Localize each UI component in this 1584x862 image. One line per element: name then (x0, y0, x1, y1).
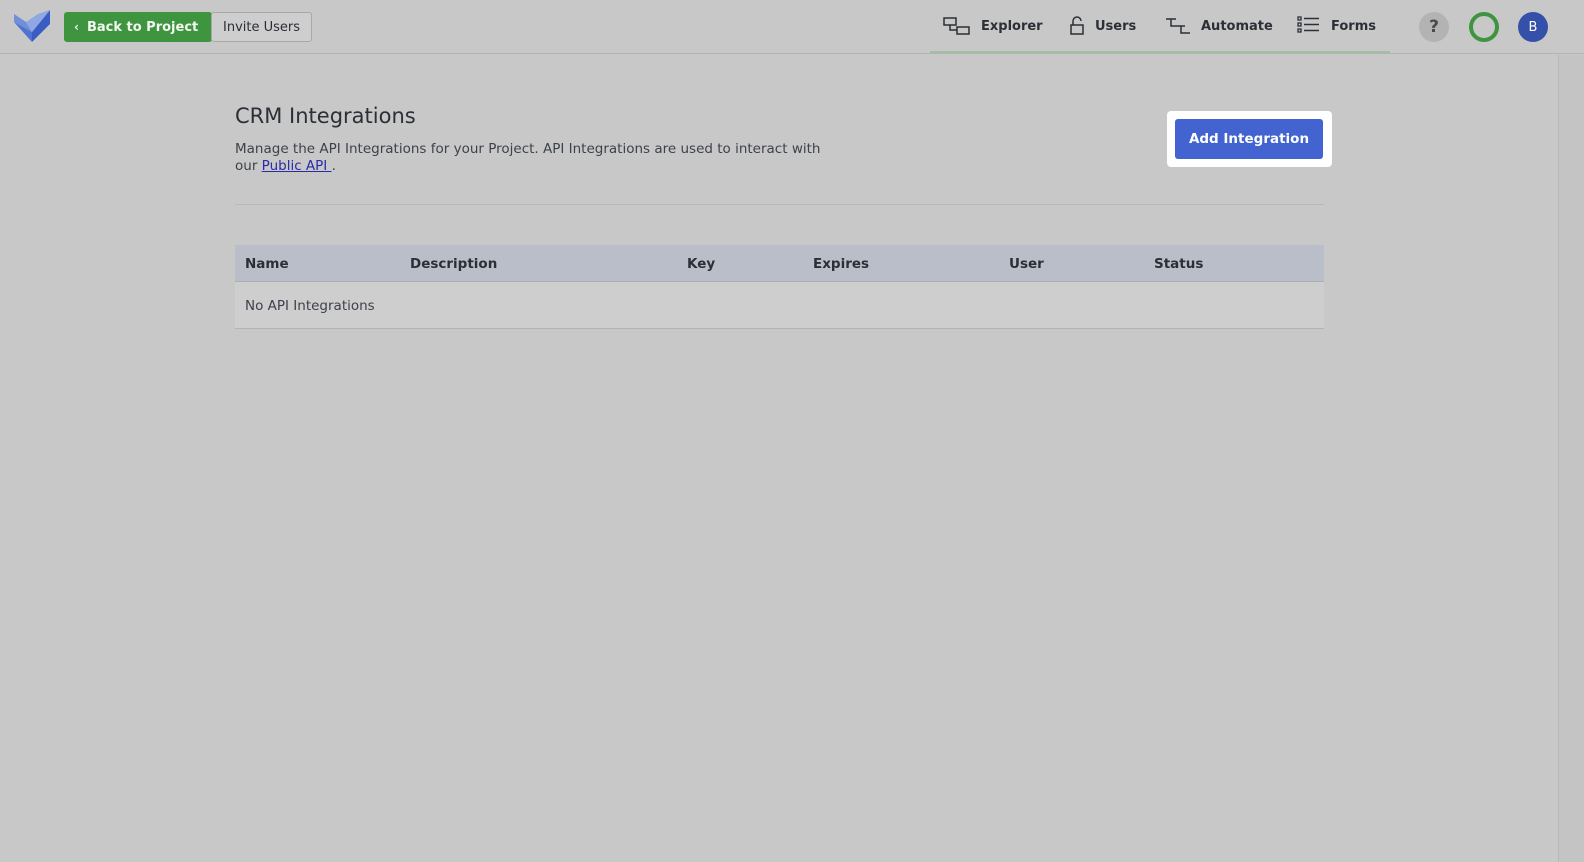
app-logo-icon[interactable] (14, 10, 50, 44)
empty-state-text: No API Integrations (245, 297, 375, 314)
column-header-status[interactable]: Status (1154, 245, 1203, 282)
back-to-project-button[interactable]: ‹ Back to Project (64, 12, 213, 42)
nav-item-automate[interactable]: Automate (1165, 14, 1273, 38)
invite-users-button[interactable]: Invite Users (211, 12, 313, 42)
help-icon: ? (1429, 17, 1439, 37)
nav-item-label: Explorer (981, 18, 1043, 34)
add-integration-label: Add Integration (1188, 131, 1310, 147)
add-integration-button[interactable]: Add Integration (1175, 119, 1323, 159)
table-header: Name Description Key Expires User Status (235, 245, 1324, 282)
add-integration-highlight: Add Integration (1167, 111, 1332, 167)
page-description: Manage the API Integrations for your Pro… (235, 141, 835, 175)
chevron-left-icon: ‹ (74, 20, 79, 34)
forms-icon (1297, 16, 1319, 33)
integrations-table: Name Description Key Expires User Status… (235, 245, 1324, 329)
nav-item-label: Forms (1331, 18, 1376, 34)
column-header-user[interactable]: User (1009, 245, 1044, 282)
column-header-expires[interactable]: Expires (813, 245, 869, 282)
scrollbar[interactable] (1558, 55, 1584, 862)
status-indicator-icon[interactable] (1469, 12, 1499, 42)
description-suffix: . (331, 158, 336, 174)
table-row: No API Integrations (235, 282, 1324, 329)
automate-icon (1166, 18, 1190, 34)
main-nav: Explorer Users Automate Forms (930, 0, 1390, 54)
nav-item-explorer[interactable]: Explorer (943, 14, 1043, 38)
user-avatar[interactable]: B (1518, 12, 1548, 42)
top-bar: ‹ Back to Project Invite Users Explorer … (0, 0, 1584, 54)
public-api-link[interactable]: Public API (262, 158, 332, 174)
description-text: Manage the API Integrations for your Pro… (235, 141, 821, 157)
nav-item-label: Users (1095, 18, 1137, 34)
page-title: CRM Integrations (235, 104, 416, 128)
column-header-key[interactable]: Key (687, 245, 715, 282)
lock-icon (1070, 16, 1084, 35)
nav-item-label: Automate (1201, 18, 1273, 34)
nav-item-forms[interactable]: Forms (1297, 14, 1376, 38)
back-to-project-label: Back to Project (86, 19, 199, 35)
column-header-description[interactable]: Description (410, 245, 497, 282)
description-prefix: our (235, 158, 262, 174)
explorer-icon (943, 17, 970, 35)
column-header-name[interactable]: Name (245, 245, 289, 282)
invite-users-label: Invite Users (223, 19, 301, 35)
nav-item-users[interactable]: Users (1069, 14, 1136, 38)
avatar-initial: B (1528, 19, 1538, 35)
help-button[interactable]: ? (1419, 12, 1449, 42)
section-divider (235, 204, 1324, 205)
